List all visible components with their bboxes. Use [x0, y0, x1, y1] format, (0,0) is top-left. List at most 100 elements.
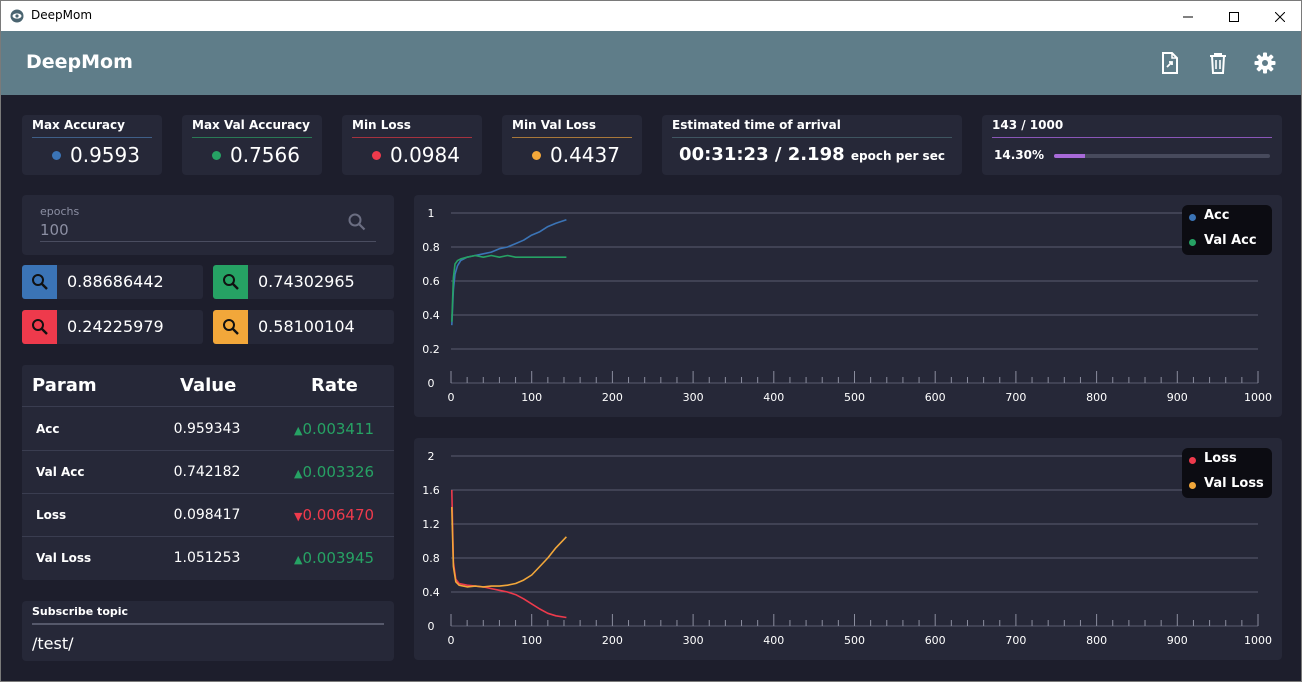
- row-param: Loss: [36, 508, 67, 522]
- query-loss-button[interactable]: [22, 310, 57, 344]
- delete-button[interactable]: [1205, 50, 1231, 76]
- minimize-button[interactable]: [1165, 1, 1211, 32]
- y-tick-label: 2: [428, 450, 435, 463]
- row-rate: ▼0.006470: [294, 506, 374, 524]
- eta-unit: epoch per sec: [850, 149, 945, 163]
- stat-underline: [992, 137, 1272, 138]
- maximize-button[interactable]: [1211, 1, 1257, 32]
- window-titlebar: DeepMom: [0, 0, 1302, 31]
- rate-value: 0.003945: [302, 549, 375, 567]
- epochs-underline: [40, 241, 376, 242]
- x-tick-label: 400: [763, 634, 784, 647]
- epochs-field[interactable]: epochs 100: [22, 195, 394, 255]
- stat-value: 0.9593: [70, 143, 140, 167]
- progress-bar: [1054, 154, 1270, 158]
- subscribe-topic-field[interactable]: Subscribe topic /test/: [22, 601, 394, 661]
- stat-underline: [352, 137, 472, 138]
- table-row: Val Acc 0.742182 ▲0.003326: [22, 451, 394, 494]
- legend-loss-dot-icon: [1189, 457, 1196, 464]
- val-loss-dot-icon: [532, 151, 541, 160]
- accuracy-chart-panel: 0 0.2 0.4 0.6 0.8 1 0 100 200 300 400 500 600 700 800 9…: [414, 195, 1282, 417]
- stat-value: 0.0984: [390, 143, 460, 167]
- stat-value: 0.7566: [230, 143, 300, 167]
- x-tick-label: 700: [1005, 634, 1026, 647]
- subscribe-label: Subscribe topic: [32, 605, 129, 618]
- legend-val-acc: Val Acc: [1204, 233, 1257, 248]
- stat-label: Min Val Loss: [512, 118, 596, 132]
- row-rate: ▲0.003411: [294, 420, 374, 438]
- query-acc-button[interactable]: [22, 265, 57, 299]
- rate-value: 0.003326: [302, 463, 375, 481]
- row-param: Acc: [36, 422, 60, 436]
- stat-label: Max Accuracy: [32, 118, 125, 132]
- stat-underline: [32, 137, 152, 138]
- accuracy-dot-icon: [52, 151, 61, 160]
- loss-chart: 0 0.4 0.8 1.2 1.6 2 0 100 200 300 400 500 600 700 800 9…: [422, 450, 1272, 647]
- row-param: Val Loss: [36, 551, 92, 565]
- header-rate: Rate: [311, 375, 358, 396]
- query-acc-value: 0.88686442: [67, 272, 164, 291]
- table-header: Param Value Rate: [22, 365, 394, 407]
- stat-max-accuracy: Max Accuracy 0.9593: [22, 115, 162, 175]
- val-accuracy-dot-icon: [212, 151, 221, 160]
- row-param: Val Acc: [36, 465, 85, 479]
- y-tick-label: 0.8: [422, 552, 440, 565]
- legend-val-loss: Val Loss: [1204, 476, 1264, 491]
- query-loss-value: 0.24225979: [67, 317, 164, 336]
- x-tick-label: 500: [844, 391, 865, 404]
- loss-legend: Loss Val Loss: [1182, 448, 1272, 498]
- x-tick-label: 200: [602, 391, 623, 404]
- x-tick-label: 900: [1167, 634, 1188, 647]
- loss-series-val-loss: [451, 506, 567, 588]
- row-rate: ▲0.003945: [294, 549, 374, 567]
- search-icon: [31, 274, 48, 290]
- x-tick-label: 400: [763, 391, 784, 404]
- epochs-input[interactable]: 100: [40, 221, 69, 239]
- x-tick-label: 800: [1086, 391, 1107, 404]
- stat-min-loss: Min Loss 0.0984: [342, 115, 482, 175]
- minimize-icon: [1183, 16, 1193, 17]
- x-tick-label: 100: [521, 391, 542, 404]
- accuracy-series-val-acc: [451, 254, 567, 322]
- gear-icon: [1254, 52, 1276, 74]
- x-tick-label: 200: [602, 634, 623, 647]
- epochs-label: epochs: [40, 205, 80, 218]
- accuracy-chart: 0 0.2 0.4 0.6 0.8 1 0 100 200 300 400 500 600 700 800 9…: [422, 207, 1272, 404]
- x-tick-label: 0: [448, 391, 455, 404]
- query-val-acc-button[interactable]: [213, 265, 248, 299]
- x-tick-label: 1000: [1244, 391, 1272, 404]
- stat-progress: 143 / 1000 14.30%: [982, 115, 1282, 175]
- main-content: Max Accuracy 0.9593 Max Val Accuracy 0.7…: [0, 95, 1302, 682]
- header-value: Value: [180, 375, 237, 396]
- table-row: Val Loss 1.051253 ▲0.003945: [22, 537, 394, 580]
- stat-label: Max Val Accuracy: [192, 118, 310, 132]
- trash-icon: [1210, 53, 1226, 74]
- legend-acc-dot-icon: [1189, 214, 1196, 221]
- legend-val-acc-dot-icon: [1189, 239, 1196, 246]
- export-button[interactable]: [1157, 50, 1183, 76]
- x-tick-label: 100: [521, 634, 542, 647]
- stat-min-val-loss: Min Val Loss 0.4437: [502, 115, 642, 175]
- stat-eta: Estimated time of arrival 00:31:23 / 2.1…: [662, 115, 962, 175]
- app-title: DeepMom: [26, 51, 133, 73]
- close-icon: [1275, 11, 1285, 22]
- app-bar: DeepMom: [0, 31, 1302, 95]
- settings-button[interactable]: [1252, 50, 1278, 76]
- row-rate: ▲0.003326: [294, 463, 374, 481]
- table-row: Loss 0.098417 ▼0.006470: [22, 494, 394, 537]
- progress-label: 143 / 1000: [992, 118, 1064, 132]
- query-val-loss-button[interactable]: [213, 310, 248, 344]
- search-icon[interactable]: [348, 213, 366, 231]
- file-export-icon: [1162, 52, 1178, 74]
- loss-dot-icon: [372, 151, 381, 160]
- x-tick-label: 300: [683, 634, 704, 647]
- close-button[interactable]: [1257, 1, 1302, 32]
- loss-chart-panel: 0 0.4 0.8 1.2 1.6 2 0 100 200 300 400 500 600 700 800 9…: [414, 438, 1282, 660]
- stat-underline: [672, 137, 952, 138]
- subscribe-input[interactable]: /test/: [32, 634, 74, 653]
- eta-value: 00:31:23 / 2.198 epoch per sec: [662, 144, 962, 165]
- stat-label: Min Loss: [352, 118, 411, 132]
- header-param: Param: [32, 375, 97, 396]
- query-val-loss: 0.58100104: [213, 310, 394, 344]
- y-tick-label: 0.4: [422, 586, 440, 599]
